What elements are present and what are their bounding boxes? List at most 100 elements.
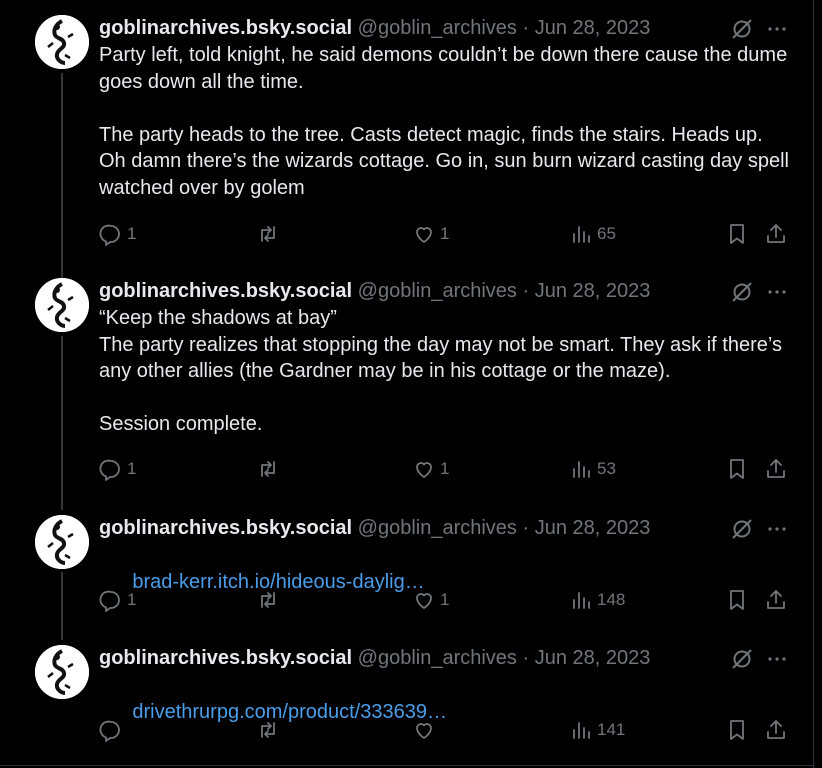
views-count: 53: [597, 459, 616, 478]
views-button[interactable]: 65: [569, 220, 616, 248]
heart-icon: [416, 462, 432, 478]
separator-dot: ·: [522, 280, 530, 302]
share-button[interactable]: [764, 220, 788, 248]
share-icon: [767, 459, 785, 478]
like-count: 1: [440, 224, 450, 243]
bookmark-button[interactable]: [725, 586, 749, 614]
tweet-header: goblinarchives.bsky.social @goblin_archi…: [99, 644, 650, 672]
like-button[interactable]: 1: [412, 220, 449, 248]
avatar[interactable]: [35, 645, 89, 699]
separator-dot: ·: [522, 17, 530, 39]
tweet-text: “Keep the shadows at bay” The party real…: [99, 307, 782, 435]
share-button[interactable]: [764, 716, 788, 744]
share-icon: [767, 720, 785, 739]
reply-icon: [99, 459, 120, 481]
author-handle[interactable]: @goblin_archives: [358, 17, 517, 39]
views-icon: [573, 461, 590, 478]
reply-count: 1: [127, 224, 137, 243]
repost-icon: [261, 226, 275, 242]
like-count: 1: [440, 459, 450, 478]
grok-icon[interactable]: [730, 17, 754, 41]
like-button[interactable]: 1: [412, 455, 449, 483]
tweet-text: Party left, told knight, he said demons …: [99, 44, 789, 199]
grok-icon[interactable]: [730, 280, 754, 304]
bookmark-icon: [730, 459, 744, 479]
tweet-header: goblinarchives.bsky.social @goblin_archi…: [99, 14, 650, 42]
repost-icon: [261, 722, 275, 738]
more-icon[interactable]: [765, 17, 789, 41]
tweet[interactable]: goblinarchives.bsky.social @goblin_archi…: [0, 514, 813, 629]
views-icon: [573, 592, 590, 609]
bookmark-button[interactable]: [725, 220, 749, 248]
reply-button[interactable]: 1: [99, 455, 136, 483]
author-handle[interactable]: @goblin_archives: [358, 517, 517, 539]
tweet[interactable]: goblinarchives.bsky.social @goblin_archi…: [0, 277, 813, 502]
author-handle[interactable]: @goblin_archives: [358, 280, 517, 302]
reply-button[interactable]: 1: [99, 586, 136, 614]
reply-icon: [99, 720, 120, 742]
divider: [0, 765, 813, 766]
repost-icon: [261, 461, 275, 477]
author-name[interactable]: goblinarchives.bsky.social: [99, 17, 352, 39]
heart-icon: [416, 593, 432, 609]
more-icon[interactable]: [765, 280, 789, 304]
author-handle[interactable]: @goblin_archives: [358, 647, 517, 669]
bookmark-icon: [730, 590, 744, 610]
tweet-header: goblinarchives.bsky.social @goblin_archi…: [99, 277, 650, 305]
bookmark-button[interactable]: [725, 455, 749, 483]
reply-button[interactable]: 1: [99, 220, 136, 248]
tweet-date[interactable]: Jun 28, 2023: [535, 517, 651, 539]
reply-icon: [99, 590, 120, 612]
tweet-date[interactable]: Jun 28, 2023: [535, 647, 651, 669]
author-name[interactable]: goblinarchives.bsky.social: [99, 280, 352, 302]
repost-button[interactable]: [256, 586, 284, 614]
share-button[interactable]: [764, 586, 788, 614]
repost-button[interactable]: [256, 716, 284, 744]
tweet-date[interactable]: Jun 28, 2023: [535, 280, 651, 302]
tweet[interactable]: goblinarchives.bsky.social @goblin_archi…: [0, 14, 813, 264]
like-count: 1: [440, 590, 450, 609]
share-icon: [767, 590, 785, 609]
grok-icon[interactable]: [730, 647, 754, 671]
repost-button[interactable]: [256, 220, 284, 248]
separator-dot: ·: [522, 647, 530, 669]
reply-button[interactable]: [99, 716, 127, 744]
repost-icon: [261, 592, 275, 608]
reply-icon: [99, 224, 120, 246]
views-icon: [573, 722, 590, 739]
views-count: 141: [597, 720, 626, 739]
repost-button[interactable]: [256, 455, 284, 483]
tweet-date[interactable]: Jun 28, 2023: [535, 17, 651, 39]
bookmark-icon: [730, 224, 744, 244]
like-button[interactable]: 1: [412, 586, 449, 614]
heart-icon: [416, 723, 432, 739]
views-button[interactable]: 148: [569, 586, 625, 614]
avatar[interactable]: [35, 515, 89, 569]
views-count: 65: [597, 224, 616, 243]
tweet-actions: 1 1 148: [99, 586, 799, 614]
bookmark-icon: [730, 720, 744, 740]
like-button[interactable]: [412, 716, 440, 744]
grok-icon[interactable]: [730, 517, 754, 541]
tweet-header: goblinarchives.bsky.social @goblin_archi…: [99, 514, 650, 542]
heart-icon: [416, 227, 432, 243]
views-icon: [573, 226, 590, 243]
share-button[interactable]: [764, 455, 788, 483]
tweet-actions: 141: [99, 716, 799, 744]
avatar[interactable]: [35, 15, 89, 69]
tweet[interactable]: goblinarchives.bsky.social @goblin_archi…: [0, 644, 813, 759]
more-icon[interactable]: [765, 517, 789, 541]
views-button[interactable]: 141: [569, 716, 625, 744]
more-icon[interactable]: [765, 647, 789, 671]
views-count: 148: [597, 590, 626, 609]
reply-count: 1: [127, 459, 137, 478]
author-name[interactable]: goblinarchives.bsky.social: [99, 517, 352, 539]
separator-dot: ·: [522, 517, 530, 539]
avatar[interactable]: [35, 278, 89, 332]
share-icon: [767, 224, 785, 243]
author-name[interactable]: goblinarchives.bsky.social: [99, 647, 352, 669]
views-button[interactable]: 53: [569, 455, 616, 483]
tweet-actions: 1 1 65: [99, 220, 799, 248]
tweet-actions: 1 1 53: [99, 455, 799, 483]
bookmark-button[interactable]: [725, 716, 749, 744]
